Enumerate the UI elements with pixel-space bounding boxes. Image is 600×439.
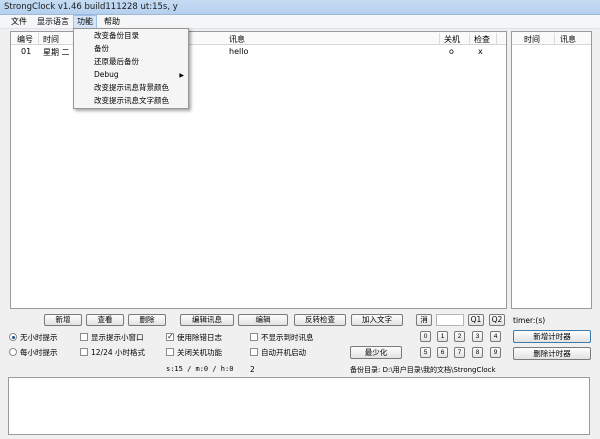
q1-button[interactable]: Q1 <box>468 314 484 326</box>
num-button-0[interactable]: 0 <box>420 331 431 342</box>
delete-button[interactable]: 删除 <box>128 314 166 326</box>
row-check: x <box>478 47 483 56</box>
menu-language[interactable]: 显示语言 <box>34 16 72 28</box>
menu-backup[interactable]: 备份 <box>94 44 109 54</box>
timer-table[interactable]: 时间 讯息 <box>511 31 592 309</box>
col-shutdown[interactable]: 关机 <box>444 34 460 45</box>
row-id: 01 <box>21 47 32 56</box>
num-button-5[interactable]: 5 <box>420 347 431 358</box>
window-title: StrongClock v1.46 build111228 ut:15s, y <box>4 2 178 12</box>
menu-file[interactable]: 文件 <box>8 16 30 28</box>
radio-hourly-label: 每小时提示 <box>20 348 58 357</box>
timer-table-header: 时间 讯息 <box>512 32 591 45</box>
radio-no-hourly[interactable] <box>9 333 17 341</box>
radio-hourly[interactable] <box>9 348 17 356</box>
menu-function[interactable]: 功能 <box>73 15 97 29</box>
num-button-2[interactable]: 2 <box>454 331 465 342</box>
menu-change-backup-dir[interactable]: 改变备份目录 <box>94 31 139 41</box>
col-timer-time[interactable]: 时间 <box>524 34 540 45</box>
q2-button[interactable]: Q2 <box>489 314 505 326</box>
checkbox-disable-shutdown[interactable] <box>166 348 174 356</box>
title-bar: StrongClock v1.46 build111228 ut:15s, y <box>0 0 600 15</box>
num-button-4[interactable]: 4 <box>490 331 501 342</box>
disable-shutdown-label: 关闭关机功能 <box>177 348 222 357</box>
checkbox-12-24-format[interactable] <box>80 348 88 356</box>
function-dropdown-menu: 改变备份目录 备份 还原最后备份 Debug ▶ 改变提示讯息背景颜色 改变提示… <box>73 28 189 109</box>
row-message: hello <box>229 47 249 56</box>
num-button-3[interactable]: 3 <box>472 331 483 342</box>
checkbox-auto-start[interactable] <box>250 348 258 356</box>
invert-check-button[interactable]: 反转检查 <box>294 314 346 326</box>
row-shutdown: o <box>449 47 454 56</box>
delete-timer-button[interactable]: 删除计时器 <box>513 347 591 360</box>
submenu-arrow-icon: ▶ <box>179 72 184 79</box>
count-value: 2 <box>250 365 255 374</box>
menu-restore-backup[interactable]: 还原最后备份 <box>94 57 139 67</box>
num-button-6[interactable]: 6 <box>437 347 448 358</box>
message-textarea[interactable] <box>8 377 590 435</box>
menu-debug[interactable]: Debug <box>94 70 184 80</box>
num-button-1[interactable]: 1 <box>437 331 448 342</box>
num-button-8[interactable]: 8 <box>472 347 483 358</box>
add-timer-button[interactable]: 新增计时器 <box>513 330 591 343</box>
num-button-9[interactable]: 9 <box>490 347 501 358</box>
checkbox-show-small-window[interactable] <box>80 333 88 341</box>
view-button[interactable]: 查看 <box>86 314 124 326</box>
backup-dir-text: 备份目录: D:\用户目录\我的文档\StrongClock <box>350 366 496 374</box>
num-button-7[interactable]: 7 <box>454 347 465 358</box>
add-text-button[interactable]: 加入文字 <box>351 314 403 326</box>
format-12-24-label: 12/24 小时格式 <box>91 348 145 357</box>
menu-help[interactable]: 帮助 <box>101 16 123 28</box>
minimize-button[interactable]: 最少化 <box>350 346 402 359</box>
col-time[interactable]: 时间 <box>43 34 59 45</box>
menu-debug-label: Debug <box>94 70 119 79</box>
menu-bar: 文件 显示语言 功能 帮助 <box>0 15 600 29</box>
col-timer-message[interactable]: 讯息 <box>560 34 576 45</box>
col-id[interactable]: 编号 <box>17 34 33 45</box>
timer-label: timer:(s) <box>513 316 546 325</box>
clear-button[interactable]: 消 <box>416 314 432 326</box>
checkbox-hide-reach-msg[interactable] <box>250 333 258 341</box>
row-time: 星期 二 <box>43 48 70 57</box>
edit-button[interactable]: 编辑 <box>238 314 288 326</box>
checkbox-use-log[interactable] <box>166 332 174 341</box>
radio-no-hourly-label: 无小时提示 <box>20 333 58 342</box>
use-log-label: 使用除错日志 <box>177 333 222 342</box>
hide-reach-msg-label: 不显示到时讯息 <box>261 333 314 342</box>
show-small-window-label: 显示提示小窗口 <box>91 333 144 342</box>
col-check[interactable]: 检查 <box>474 34 490 45</box>
edit-message-button[interactable]: 编辑讯息 <box>180 314 234 326</box>
time-counter: s:15 / m:0 / h:0 <box>166 365 234 373</box>
menu-msg-bg-color[interactable]: 改变提示讯息背景颜色 <box>94 83 169 93</box>
timer-input[interactable] <box>436 314 464 326</box>
col-message[interactable]: 讯息 <box>229 34 245 45</box>
menu-msg-text-color[interactable]: 改变提示讯息文字颜色 <box>94 96 169 106</box>
auto-start-label: 自动开机启动 <box>261 348 306 357</box>
add-button[interactable]: 新增 <box>44 314 82 326</box>
